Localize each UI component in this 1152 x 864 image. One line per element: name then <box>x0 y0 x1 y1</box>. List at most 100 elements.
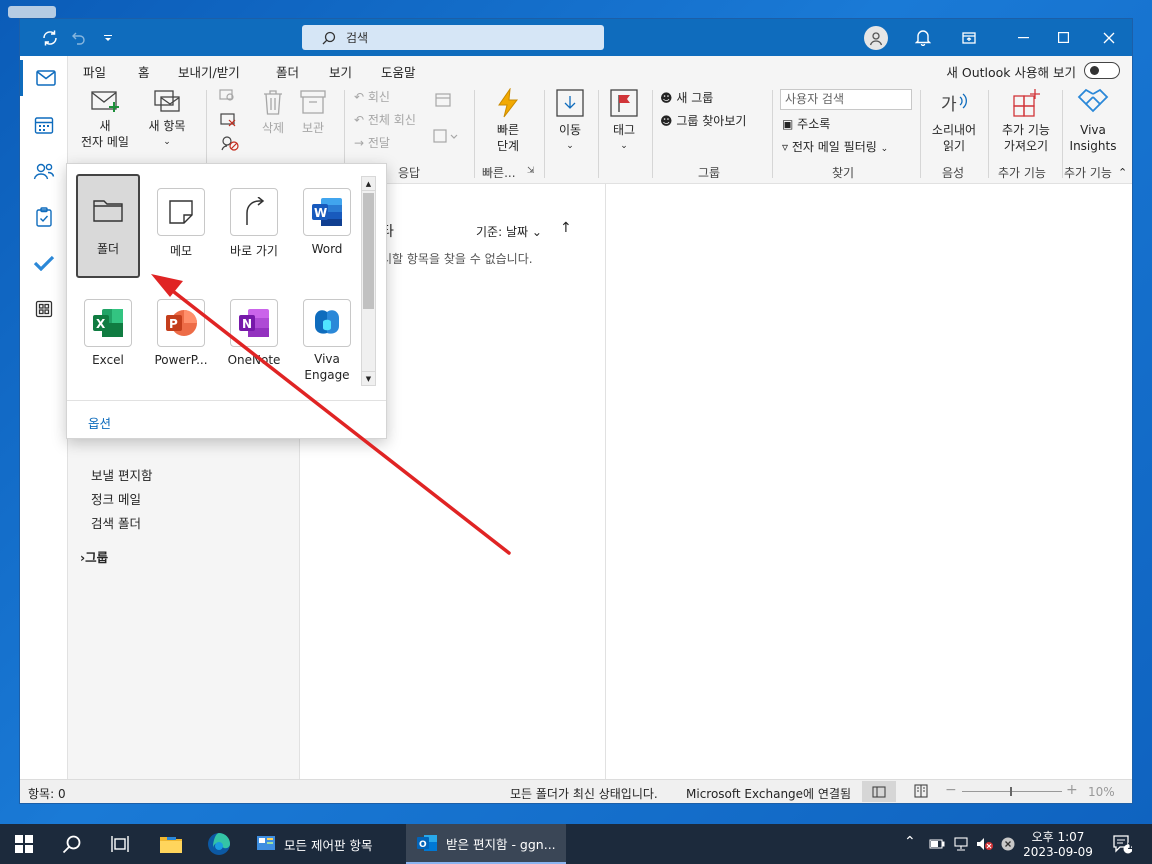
show-hidden-icons-chevron-icon[interactable]: ⌃ <box>904 834 916 850</box>
action-center-icon[interactable]: 1 <box>1104 824 1140 864</box>
battery-icon[interactable] <box>926 824 948 864</box>
maximize-button[interactable] <box>1040 19 1086 56</box>
windows-logo-icon <box>15 835 33 853</box>
taskbar-outlook-label: 받은 편지함 - ggn... <box>446 836 556 852</box>
svg-text:가: 가 <box>941 95 957 115</box>
desktop-icon-partial[interactable] <box>8 6 56 18</box>
app-powerpoint[interactable]: P PowerP... <box>149 299 213 367</box>
tab-file[interactable]: 파일 <box>83 62 106 81</box>
more-respond-icon[interactable] <box>430 128 462 148</box>
group-respond-label: 응답 <box>398 166 421 180</box>
more-apps-nav-icon[interactable] <box>20 291 68 327</box>
zoom-slider-thumb[interactable] <box>1010 787 1012 796</box>
quick-access-dropdown-icon[interactable] <box>98 19 118 56</box>
folder-search[interactable]: 검색 폴더 <box>91 513 141 532</box>
normal-view-icon[interactable] <box>862 781 896 802</box>
tab-help[interactable]: 도움말 <box>381 62 416 81</box>
launcher-options-link[interactable]: 옵션 <box>88 413 111 432</box>
reply-all-button[interactable]: ↶ 전체 회신 <box>354 112 416 128</box>
delete-button[interactable]: 삭제 <box>256 88 290 136</box>
get-addins-button[interactable]: 추가 기능 가져오기 <box>994 88 1058 154</box>
tab-home[interactable]: 홈 <box>138 62 150 86</box>
zoom-out-button[interactable]: − <box>945 782 957 798</box>
reply-button[interactable]: ↶ 회신 <box>354 89 390 105</box>
people-nav-icon[interactable] <box>20 153 68 189</box>
group-speech-label: 음성 <box>942 166 965 180</box>
calendar-nav-icon[interactable] <box>20 107 68 143</box>
tab-send-receive[interactable]: 보내기/받기 <box>178 62 240 81</box>
new-outlook-label: 새 Outlook 사용해 보기 <box>946 65 1076 80</box>
search-people-input[interactable]: 사용자 검색 <box>780 89 912 110</box>
folder-outbox[interactable]: 보낼 편지함 <box>91 465 152 484</box>
reading-view-icon[interactable] <box>914 784 928 801</box>
search-box[interactable]: 검색 <box>302 25 604 50</box>
status-x-icon[interactable] <box>998 824 1018 864</box>
close-button[interactable] <box>1086 19 1132 56</box>
filter-icon: ▿ <box>782 140 789 154</box>
new-group-button[interactable]: ☻ 새 그룹 <box>660 90 713 106</box>
zoom-in-button[interactable]: + <box>1066 782 1078 798</box>
clock-date[interactable]: 2023-09-09 <box>1022 845 1094 859</box>
move-button[interactable]: 이동 ⌄ <box>550 88 590 154</box>
cleanup-icon[interactable] <box>216 112 246 132</box>
filter-email-label: 전자 메일 필터링 <box>791 140 877 154</box>
read-aloud-button[interactable]: 가 소리내어 읽기 <box>926 88 982 154</box>
new-items-button[interactable]: 새 항목 ⌄ <box>138 88 196 150</box>
app-word[interactable]: W Word <box>295 188 359 256</box>
filter-email-button[interactable]: ▿ 전자 메일 필터링 ⌄ <box>782 139 888 157</box>
new-outlook-toggle[interactable] <box>1084 62 1120 79</box>
tags-button[interactable]: 태그 ⌄ <box>604 88 644 154</box>
taskbar-control-panel[interactable]: 모든 제어판 항목 <box>246 824 406 864</box>
get-addins-label: 추가 기능 가져오기 <box>1002 123 1050 153</box>
scroll-thumb[interactable] <box>363 193 374 309</box>
junk-icon[interactable] <box>216 134 246 156</box>
ignore-icon[interactable] <box>216 88 238 106</box>
app-excel[interactable]: X Excel <box>76 299 140 367</box>
viva-insights-button[interactable]: Viva Insights <box>1066 88 1120 154</box>
archive-button[interactable]: 보관 <box>296 88 330 136</box>
sync-icon[interactable] <box>30 19 70 56</box>
tab-folder[interactable]: 폴더 <box>276 62 299 81</box>
browse-group-icon: ☻ <box>660 114 673 128</box>
quick-steps-button[interactable]: 빠른 단계 <box>482 87 534 154</box>
taskbar-outlook[interactable]: O 받은 편지함 - ggn... <box>406 824 566 864</box>
collapse-ribbon-icon[interactable]: ⌃ <box>1118 166 1127 179</box>
tab-view[interactable]: 보기 <box>329 62 352 81</box>
network-icon[interactable] <box>950 824 972 864</box>
clock-time[interactable]: 오후 1:07 <box>1030 828 1086 845</box>
app-folder[interactable]: 폴더 <box>76 174 140 278</box>
meeting-reply-icon[interactable] <box>432 92 454 112</box>
mail-nav-icon[interactable] <box>20 60 68 96</box>
new-mail-button[interactable]: 새 전자 메일 <box>74 88 136 150</box>
start-button[interactable] <box>0 824 48 864</box>
sort-direction-icon[interactable]: ↑ <box>560 220 572 236</box>
undo-icon[interactable] <box>66 19 90 56</box>
launcher-scrollbar[interactable]: ▲ ▼ <box>361 176 376 386</box>
taskbar-search-icon[interactable] <box>48 824 96 864</box>
app-shortcut[interactable]: 바로 가기 <box>222 188 286 259</box>
app-note[interactable]: 메모 <box>149 188 213 259</box>
notification-badge: 1 <box>1127 842 1134 852</box>
volume-muted-icon[interactable] <box>974 824 996 864</box>
notifications-bell-icon[interactable] <box>908 19 938 56</box>
groups-section[interactable]: ›그룹 <box>80 547 108 566</box>
todo-nav-icon[interactable] <box>20 245 68 281</box>
tasks-nav-icon[interactable] <box>20 199 68 235</box>
app-viva-engage[interactable]: Viva Engage <box>295 299 359 383</box>
browse-groups-button[interactable]: ☻ 그룹 찾아보기 <box>660 113 746 129</box>
scroll-down-icon[interactable]: ▼ <box>362 371 375 385</box>
forward-button[interactable]: → 전달 <box>354 135 390 151</box>
restore-ribbon-icon[interactable] <box>954 19 984 56</box>
edge-browser-icon[interactable] <box>196 824 242 864</box>
account-avatar[interactable] <box>864 26 888 50</box>
file-explorer-icon[interactable] <box>148 824 194 864</box>
dialog-launcher-icon[interactable]: ⇲ <box>527 166 535 176</box>
app-powerpoint-label: PowerP... <box>154 353 208 367</box>
app-onenote[interactable]: N OneNote <box>222 299 286 367</box>
address-book-button[interactable]: ▣ 주소록 <box>782 116 830 132</box>
sort-by-date[interactable]: 기준: 날짜 ⌄ <box>476 223 542 240</box>
zoom-slider[interactable] <box>962 791 1062 792</box>
scroll-up-icon[interactable]: ▲ <box>362 177 375 191</box>
folder-junk[interactable]: 정크 메일 <box>91 489 141 508</box>
task-view-icon[interactable] <box>96 824 144 864</box>
